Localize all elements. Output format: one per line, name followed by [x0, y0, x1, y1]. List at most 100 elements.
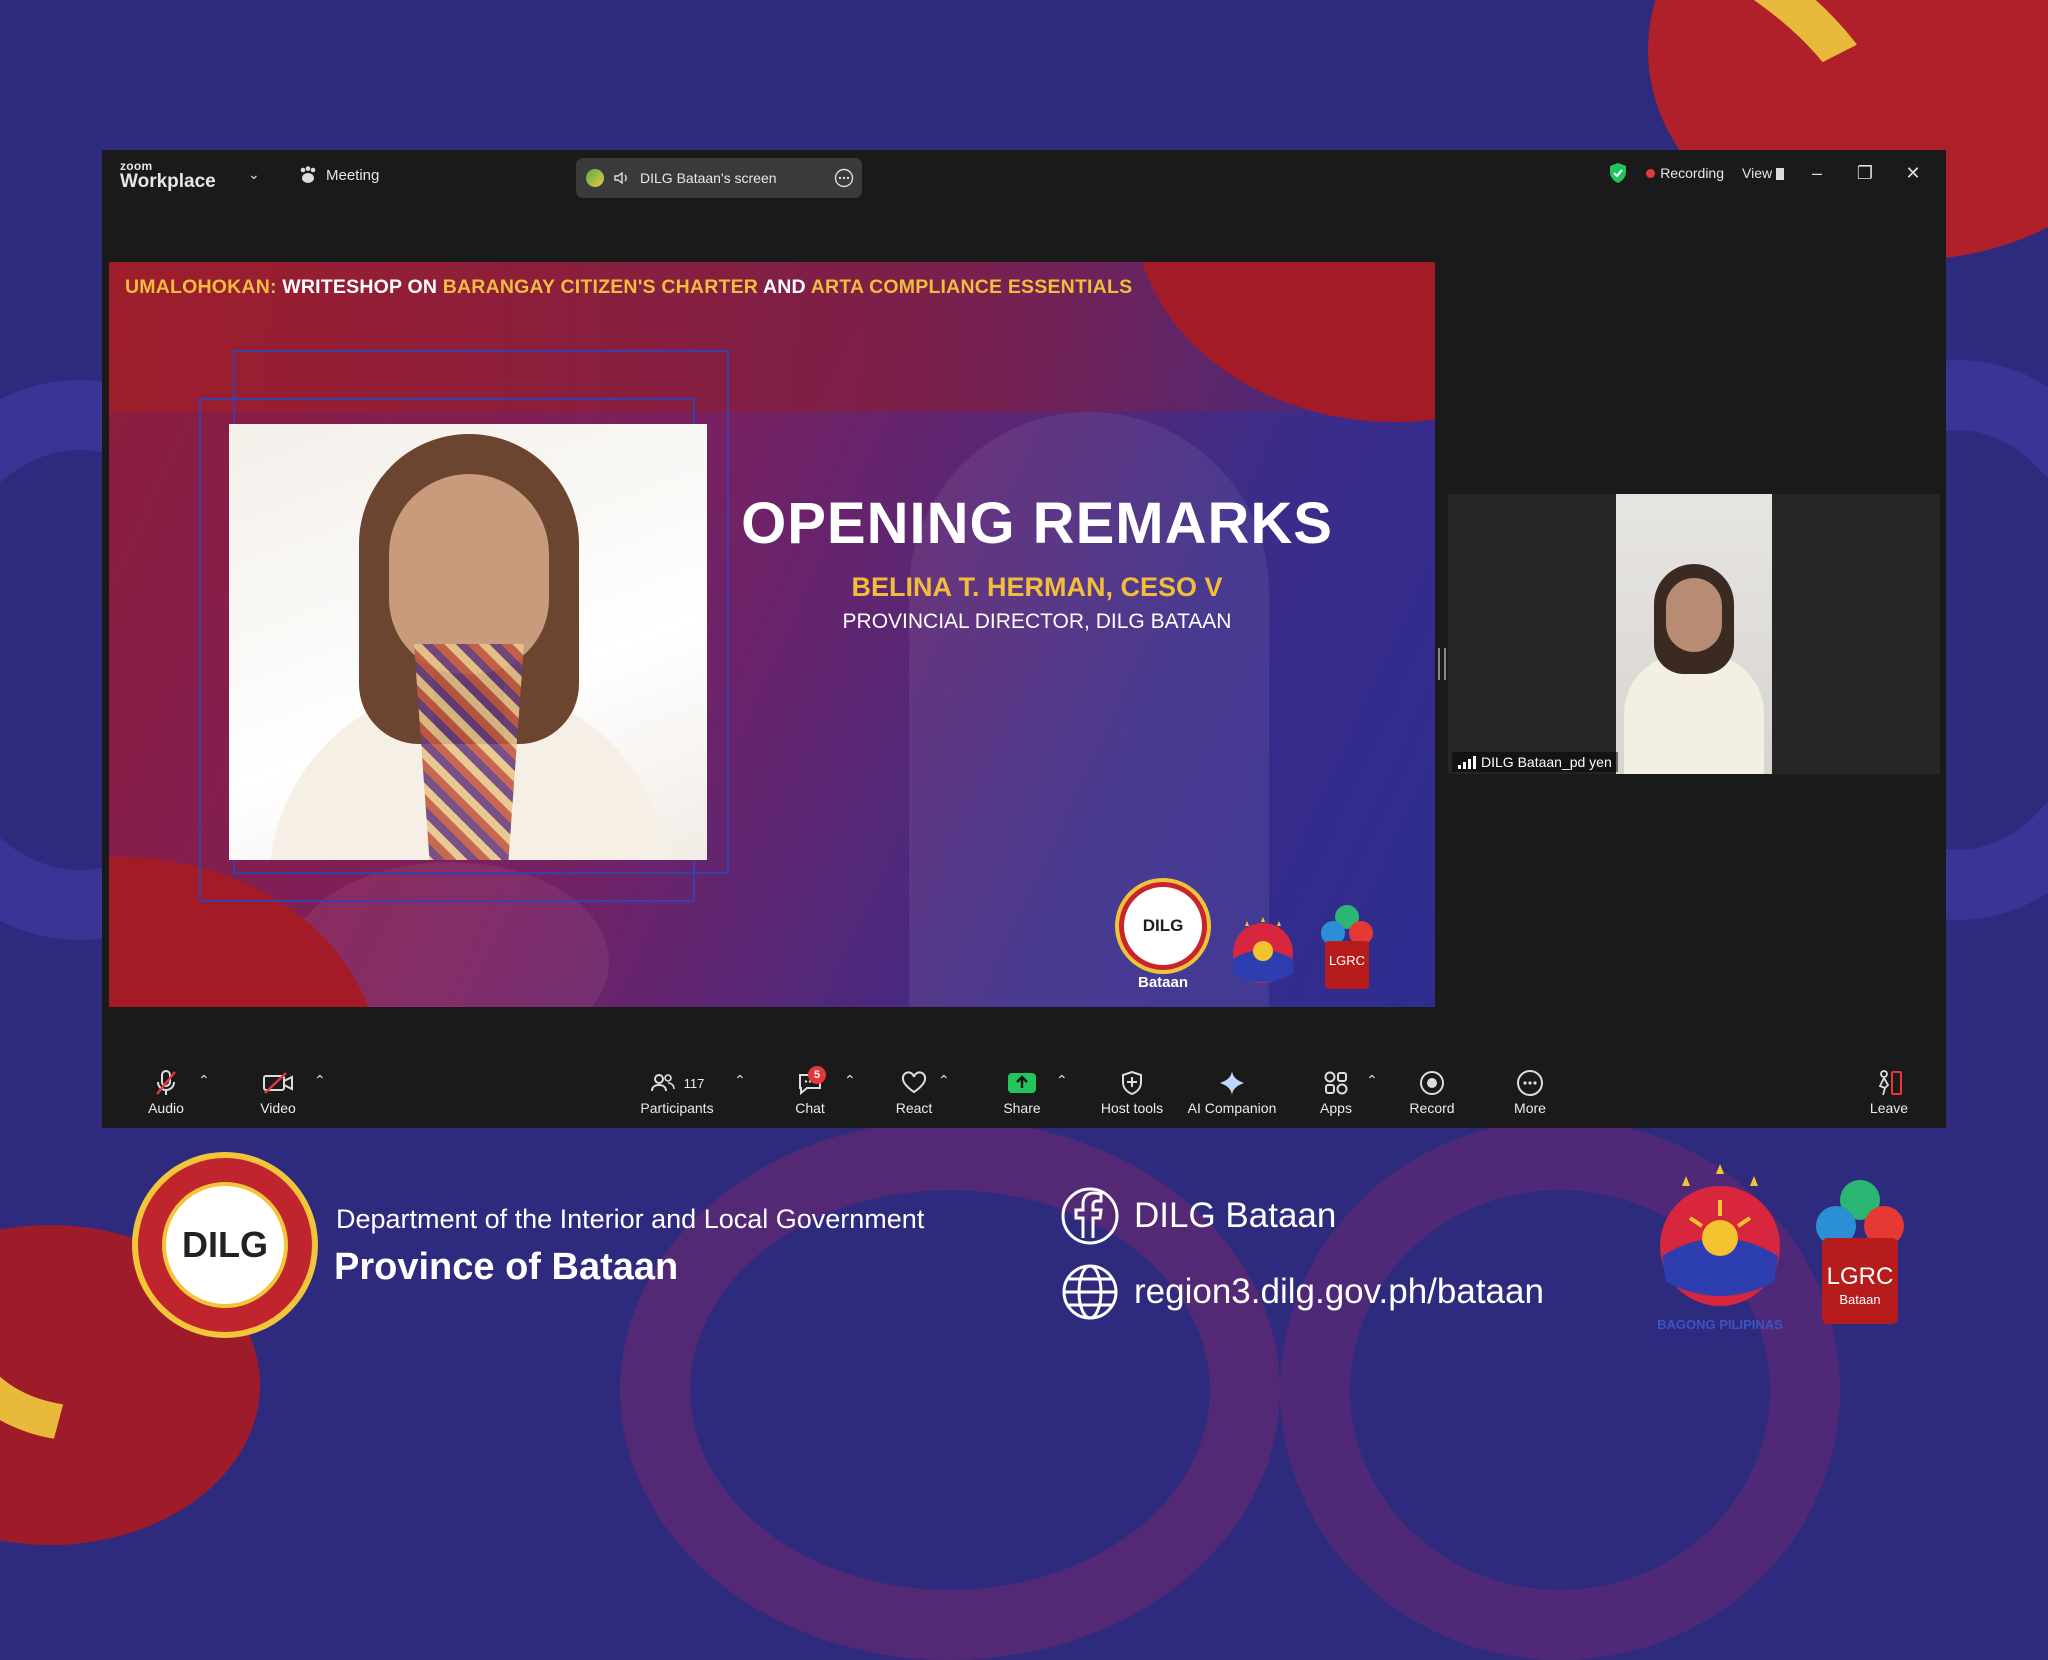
- recording-indicator[interactable]: Recording: [1646, 165, 1724, 181]
- ai-companion-button[interactable]: AI Companion: [1180, 1068, 1284, 1116]
- headline-part: WRITESHOP ON: [282, 276, 443, 298]
- video-label: Video: [260, 1100, 296, 1116]
- bagong-pilipinas-logo: BAGONG PILIPINAS: [1650, 1160, 1790, 1332]
- bagong-pilipinas-emblem-icon: [1660, 1164, 1780, 1306]
- apps-label: Apps: [1320, 1100, 1352, 1116]
- leave-button[interactable]: Leave: [1864, 1068, 1914, 1116]
- lgrc-text: LGRC: [1827, 1263, 1894, 1290]
- province-name: Province of Bataan: [334, 1246, 679, 1288]
- ai-companion-label: AI Companion: [1187, 1100, 1277, 1116]
- lgrc-text: LGRC: [1329, 953, 1365, 968]
- bagong-pilipinas-label: BAGONG PILIPINAS: [1657, 1317, 1783, 1332]
- participants-button[interactable]: 117 Participants: [632, 1068, 722, 1116]
- meeting-controls: Audio ⌃ Video ⌃ 117 Participants ⌃ 5 Cha…: [102, 1058, 1946, 1128]
- title-bar-right: Recording View – ❐ ✕: [1608, 162, 1928, 184]
- headline-part: AND: [758, 276, 811, 298]
- participant-video: [1616, 494, 1772, 774]
- leave-icon: [1878, 1070, 1902, 1096]
- facebook-icon: [1061, 1187, 1119, 1245]
- view-button[interactable]: View: [1742, 165, 1784, 181]
- view-layout-icon: [1776, 168, 1784, 181]
- brand-bottom: Workplace: [120, 171, 216, 192]
- chat-unread-badge: 5: [808, 1066, 826, 1084]
- bataan-label: Bataan: [1137, 974, 1189, 991]
- zoom-workplace-logo[interactable]: zoom Workplace: [120, 160, 216, 191]
- zoom-window: zoom Workplace ⌄ Meeting DILG Bataan's s…: [102, 150, 1946, 1128]
- react-options-chevron-icon[interactable]: ⌃: [938, 1072, 950, 1089]
- apps-button[interactable]: Apps: [1308, 1068, 1364, 1116]
- meeting-label: Meeting: [326, 166, 380, 184]
- share-label: Share: [1003, 1100, 1041, 1116]
- lgrc-logo: LGRC: [1321, 905, 1373, 989]
- participant-video-tile[interactable]: DILG Bataan_pd yen: [1448, 494, 1940, 774]
- security-shield-icon[interactable]: [1608, 162, 1628, 184]
- more-options-icon[interactable]: [834, 168, 854, 188]
- participants-options-chevron-icon[interactable]: ⌃: [734, 1072, 746, 1089]
- facebook-link: DILG Bataan: [1060, 1186, 1336, 1246]
- shield-icon: [1122, 1070, 1142, 1096]
- chat-options-chevron-icon[interactable]: ⌃: [844, 1072, 856, 1089]
- dilg-seal-text: DILG: [1142, 916, 1184, 935]
- record-label: Record: [1409, 1100, 1455, 1116]
- react-label: React: [895, 1100, 933, 1116]
- website-link: region3.dilg.gov.ph/bataan: [1060, 1262, 1544, 1322]
- share-options-chevron-icon[interactable]: ⌃: [1056, 1072, 1068, 1089]
- video-button[interactable]: Video: [250, 1068, 306, 1116]
- more-icon: [1517, 1070, 1543, 1096]
- apps-options-chevron-icon[interactable]: ⌃: [1366, 1072, 1378, 1089]
- globe-icon: [1062, 1264, 1118, 1320]
- participant-name: DILG Bataan_pd yen: [1481, 754, 1612, 770]
- participants-count: 117: [683, 1075, 705, 1091]
- title-bar: zoom Workplace ⌄ Meeting DILG Bataan's s…: [102, 150, 1946, 202]
- paw-icon: [300, 166, 316, 183]
- restore-icon[interactable]: ❐: [1850, 163, 1880, 184]
- participants-icon: [650, 1074, 675, 1092]
- screen-share-indicator[interactable]: DILG Bataan's screen: [576, 158, 862, 198]
- screen-share-label: DILG Bataan's screen: [640, 170, 777, 186]
- more-button[interactable]: More: [1502, 1068, 1558, 1116]
- leave-label: Leave: [1869, 1100, 1909, 1116]
- heart-icon: [901, 1071, 927, 1094]
- video-options-chevron-icon[interactable]: ⌃: [314, 1072, 326, 1089]
- chat-label: Chat: [795, 1100, 825, 1116]
- speaker-name: BELINA T. HERMAN, CESO V: [851, 572, 1223, 602]
- host-tools-button[interactable]: Host tools: [1092, 1068, 1172, 1116]
- view-label: View: [1742, 165, 1773, 181]
- audio-options-chevron-icon[interactable]: ⌃: [198, 1072, 210, 1089]
- signal-strength-icon: [1458, 755, 1476, 769]
- share-button[interactable]: Share: [994, 1068, 1050, 1116]
- close-icon[interactable]: ✕: [1898, 163, 1928, 184]
- speaker-portrait: [229, 424, 707, 860]
- share-screen-icon: [1008, 1073, 1036, 1093]
- audio-button[interactable]: Audio: [138, 1068, 194, 1116]
- headline-part: ARTA COMPLIANCE ESSENTIALS: [810, 276, 1133, 298]
- dilg-seal-text: DILG: [182, 1224, 268, 1265]
- bagong-pilipinas-logo: [1233, 917, 1293, 983]
- shared-screen: UMALOHOKAN: WRITESHOP ON BARANGAY CITIZE…: [109, 262, 1435, 1007]
- apps-icon: [1324, 1071, 1348, 1095]
- sharer-avatar-icon: [586, 169, 604, 187]
- video-off-icon: [263, 1072, 293, 1094]
- speaker-position: PROVINCIAL DIRECTOR, DILG BATAAN: [842, 610, 1232, 633]
- minimize-icon[interactable]: –: [1802, 163, 1832, 184]
- department-name: Department of the Interior and Local Gov…: [336, 1204, 925, 1234]
- dilg-seal-icon: DILG: [1119, 882, 1207, 970]
- facebook-label: DILG Bataan: [1134, 1196, 1337, 1235]
- panel-resize-handle[interactable]: [1438, 648, 1446, 680]
- slide-logos: DILG Bataan LGRC: [1119, 882, 1375, 991]
- headline-part: UMALOHOKAN:: [125, 276, 283, 298]
- record-button[interactable]: Record: [1404, 1068, 1460, 1116]
- lgrc-subtext: Bataan: [1839, 1292, 1880, 1307]
- speaker-icon: [614, 171, 627, 185]
- chat-button[interactable]: 5 Chat: [782, 1066, 838, 1116]
- more-label: More: [1514, 1100, 1546, 1116]
- meeting-menu[interactable]: Meeting: [298, 166, 379, 184]
- slide-title: OPENING REMARKS: [741, 491, 1333, 556]
- react-button[interactable]: React: [886, 1068, 942, 1116]
- recording-dot-icon: [1646, 169, 1656, 178]
- audio-label: Audio: [148, 1100, 184, 1116]
- event-headline: UMALOHOKAN: WRITESHOP ON BARANGAY CITIZE…: [125, 276, 1132, 299]
- participant-name-tag: DILG Bataan_pd yen: [1452, 752, 1618, 772]
- dilg-bataan-logo: DILG Bataan: [1119, 882, 1207, 991]
- chevron-down-icon[interactable]: ⌄: [248, 166, 260, 183]
